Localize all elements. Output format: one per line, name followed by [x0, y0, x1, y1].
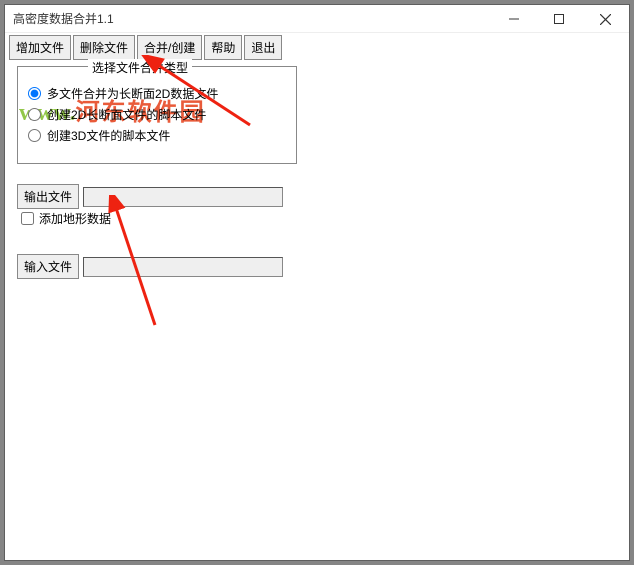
- add-terrain-checkbox[interactable]: 添加地形数据: [21, 210, 111, 227]
- exit-button[interactable]: 退出: [244, 35, 282, 60]
- minimize-button[interactable]: [491, 5, 536, 33]
- close-button[interactable]: [581, 5, 629, 33]
- radio-input-1[interactable]: [28, 87, 41, 100]
- radio-option-2[interactable]: 创建2D长断面文件的脚本文件: [28, 106, 286, 123]
- radio-label-2: 创建2D长断面文件的脚本文件: [47, 106, 206, 123]
- content-area: www.河东软件园 选择文件合并类型 多文件合并为长断面2D数据文件 创建2D长…: [5, 60, 629, 560]
- app-window: 高密度数据合并1.1 增加文件 删除文件 合并/创建 帮助 退出 www.河东软…: [5, 5, 629, 560]
- output-file-button[interactable]: 输出文件: [17, 184, 79, 209]
- radio-label-1: 多文件合并为长断面2D数据文件: [47, 85, 218, 102]
- input-row: 输入文件: [17, 254, 283, 279]
- radio-label-3: 创建3D文件的脚本文件: [47, 127, 170, 144]
- output-file-input[interactable]: [83, 187, 283, 207]
- add-terrain-input[interactable]: [21, 212, 34, 225]
- add-file-button[interactable]: 增加文件: [9, 35, 71, 60]
- help-button[interactable]: 帮助: [204, 35, 242, 60]
- title-bar: 高密度数据合并1.1: [5, 5, 629, 33]
- group-legend: 选择文件合并类型: [88, 59, 192, 76]
- input-file-button[interactable]: 输入文件: [17, 254, 79, 279]
- input-file-input[interactable]: [83, 257, 283, 277]
- radio-input-2[interactable]: [28, 108, 41, 121]
- window-title: 高密度数据合并1.1: [13, 10, 114, 27]
- merge-create-button[interactable]: 合并/创建: [137, 35, 202, 60]
- maximize-button[interactable]: [536, 5, 581, 33]
- add-terrain-label: 添加地形数据: [39, 210, 111, 227]
- radio-input-3[interactable]: [28, 129, 41, 142]
- merge-type-group: 选择文件合并类型 多文件合并为长断面2D数据文件 创建2D长断面文件的脚本文件 …: [17, 66, 297, 164]
- output-row: 输出文件: [17, 184, 283, 209]
- radio-option-1[interactable]: 多文件合并为长断面2D数据文件: [28, 85, 286, 102]
- delete-file-button[interactable]: 删除文件: [73, 35, 135, 60]
- toolbar: 增加文件 删除文件 合并/创建 帮助 退出: [5, 33, 629, 60]
- radio-option-3[interactable]: 创建3D文件的脚本文件: [28, 127, 286, 144]
